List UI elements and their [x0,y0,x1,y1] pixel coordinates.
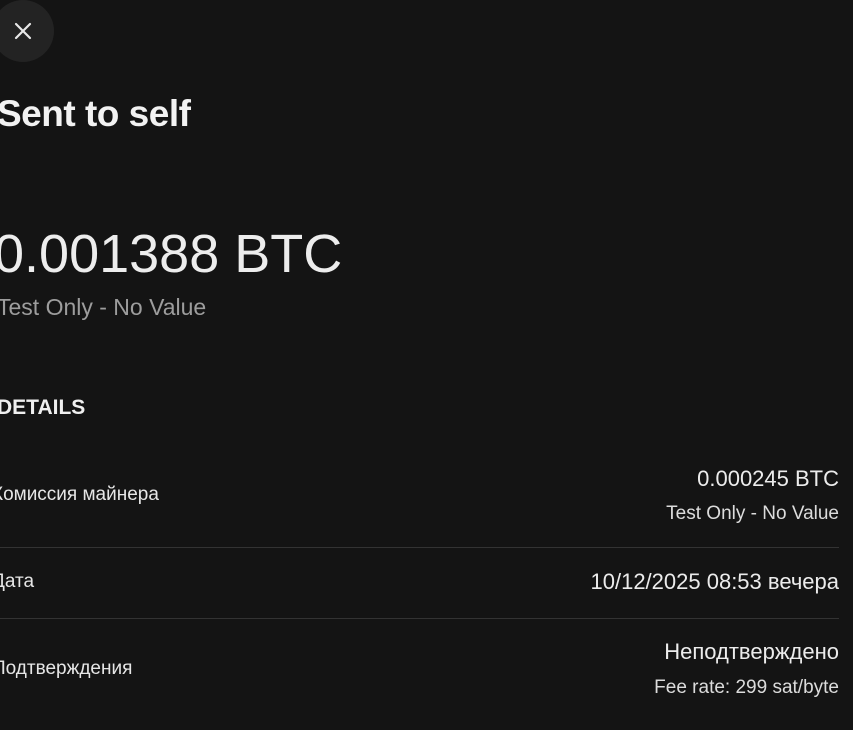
miner-fee-fiat-note: Test Only - No Value [666,503,839,524]
confirmations-value: Неподтверждено [664,639,839,664]
detail-label: Подтверждения [0,658,133,679]
transaction-details-screen: Sent to self 0.001388 BTC Test Only - No… [0,0,853,730]
details-header: DETAILS [0,396,86,419]
fee-rate-value: Fee rate: 299 sat/byte [654,677,839,698]
miner-fee-value: 0.000245 BTC [697,466,839,491]
close-button[interactable] [0,0,54,62]
amount-fiat-note: Test Only - No Value [0,294,207,320]
transaction-amount: 0.001388 BTC [0,224,343,284]
detail-row-date: Дата 10/12/2025 08:53 вечера [0,548,839,619]
detail-label: Дата [0,571,35,592]
close-icon [14,22,32,40]
date-value: 10/12/2025 08:53 вечера [590,569,840,594]
detail-label: Комиссия майнера [0,484,159,505]
page-title: Sent to self [0,93,191,134]
detail-row-miner-fee: Комиссия майнера 0.000245 BTC Test Only … [0,453,839,548]
detail-row-confirmations: Подтверждения Неподтверждено Fee rate: 2… [0,619,839,719]
